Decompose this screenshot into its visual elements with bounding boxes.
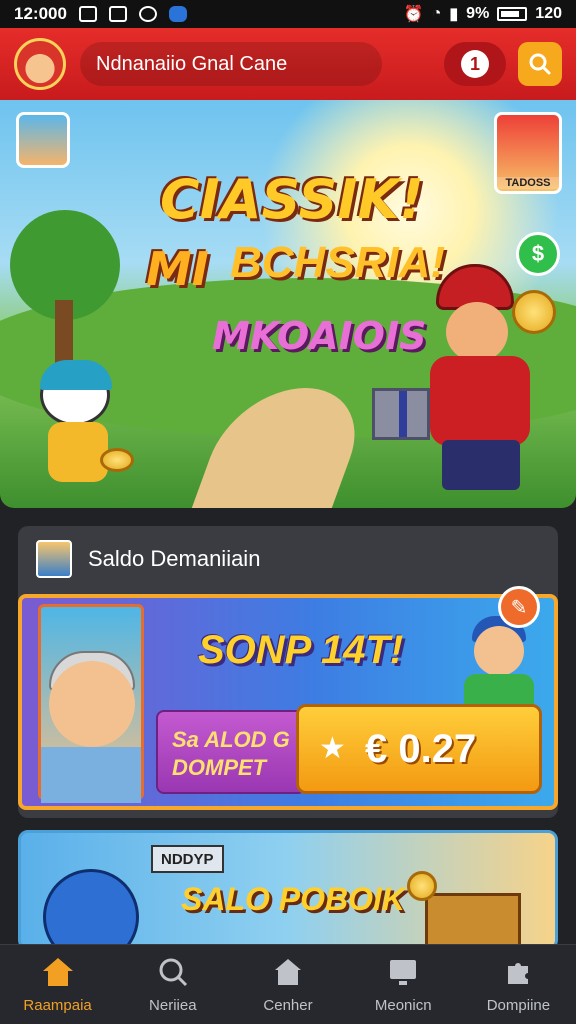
app-title[interactable]: Ndnanaiio Gnal Cane: [80, 42, 382, 86]
home-icon: [41, 955, 75, 989]
wallet-balance-button[interactable]: ★ € 0.27: [296, 704, 542, 794]
wallet-amount: € 0.27: [365, 726, 477, 771]
shield-icon: [168, 6, 187, 22]
monitor-icon: [386, 955, 420, 989]
status-bar: 12:000 ⏰ ◔ ▮ 9% 120: [0, 0, 576, 28]
nav-label: Neriiea: [149, 997, 197, 1014]
status-clock-right: 120: [535, 5, 562, 22]
treasure-chest: [425, 893, 521, 947]
mascot-character: [43, 869, 139, 947]
search-button[interactable]: [518, 42, 562, 86]
promo-title: SONP 14T!: [198, 628, 404, 672]
pencil-icon: ✎: [510, 596, 528, 619]
avatar[interactable]: [14, 38, 66, 90]
character-icon: [36, 540, 72, 578]
star-icon: ★: [319, 732, 346, 765]
nav-label: Raampaia: [23, 997, 92, 1014]
image-icon: [108, 6, 127, 22]
promo-card-title: SALO POBOIK: [181, 881, 406, 917]
battery-icon: [497, 7, 528, 21]
nav-store[interactable]: Cenher: [230, 945, 345, 1024]
nav-search[interactable]: Neriiea: [115, 945, 230, 1024]
alert-icon: 1: [461, 50, 489, 78]
nav-label: Meonicn: [374, 997, 432, 1014]
status-time: 12:000: [14, 4, 67, 23]
hero-title-line2b: BCHSRIA!: [230, 238, 446, 287]
search-icon: [156, 955, 190, 989]
coin-icon: [512, 290, 556, 334]
nav-label: Cenher: [263, 997, 313, 1014]
characters-thumbnail[interactable]: [16, 112, 70, 168]
promo-card-secondary[interactable]: NDDYP SALO POBOIK: [18, 830, 558, 950]
wallet-promo-card[interactable]: SONP 14T! Sa ALOD G DOMPET ★ € 0.27: [18, 594, 558, 810]
hero-title-line3: MKOAIOIS: [212, 314, 427, 358]
hero-title-line1: CIASSIK!: [160, 168, 424, 231]
app-header: Ndnanaiio Gnal Cane 1: [0, 28, 576, 100]
coin-icon-card: [407, 871, 437, 901]
alarm-icon: ⏰: [403, 6, 424, 23]
app-screen: 12:000 ⏰ ◔ ▮ 9% 120 Ndnanaiio Gnal Cane …: [0, 0, 576, 1024]
gift-box: [372, 388, 430, 440]
promo-tag: NDDYP: [151, 845, 224, 873]
edit-button[interactable]: ✎: [498, 586, 540, 628]
wifi-icon: ◔: [431, 5, 442, 22]
hero-banner[interactable]: TADOSS $ CIASSIK! MI BCHSRIA! MKOAIOIS: [0, 100, 576, 508]
signal-icon: ▮: [449, 6, 459, 23]
wallet-label-line2: DOMPET: [172, 755, 267, 780]
nav-home[interactable]: Raampaia: [0, 945, 115, 1024]
wallet-label-line1: Sa ALOD G: [172, 727, 290, 752]
character-portrait: [38, 604, 144, 803]
section-title: Saldo Demaniiain: [88, 546, 261, 571]
notification-button[interactable]: 1: [444, 42, 506, 86]
nav-puzzle[interactable]: Dompiine: [461, 945, 576, 1024]
store-icon: [271, 955, 305, 989]
wallet-label: Sa ALOD G DOMPET: [156, 710, 306, 794]
app-icon: [138, 6, 157, 22]
search-icon: [529, 53, 551, 75]
coin-icon-small: [100, 448, 134, 472]
puzzle-icon: [501, 955, 535, 989]
character-thumbnail-right[interactable]: TADOSS: [494, 112, 562, 194]
battery-percent: 9%: [466, 5, 490, 22]
hero-title-line2a: MI: [146, 242, 209, 296]
section-header: Saldo Demaniiain: [18, 526, 558, 592]
bottom-navigation: Raampaia Neriiea Cenher Meonicn Dompiine: [0, 944, 576, 1024]
mail-icon: [78, 6, 97, 22]
nav-monitor[interactable]: Meonicn: [346, 945, 461, 1024]
nav-label: Dompiine: [486, 997, 551, 1014]
balance-section: Saldo Demaniiain SONP 14T! Sa ALOD G DOM…: [18, 526, 558, 818]
thumbnail-label: TADOSS: [497, 177, 559, 189]
